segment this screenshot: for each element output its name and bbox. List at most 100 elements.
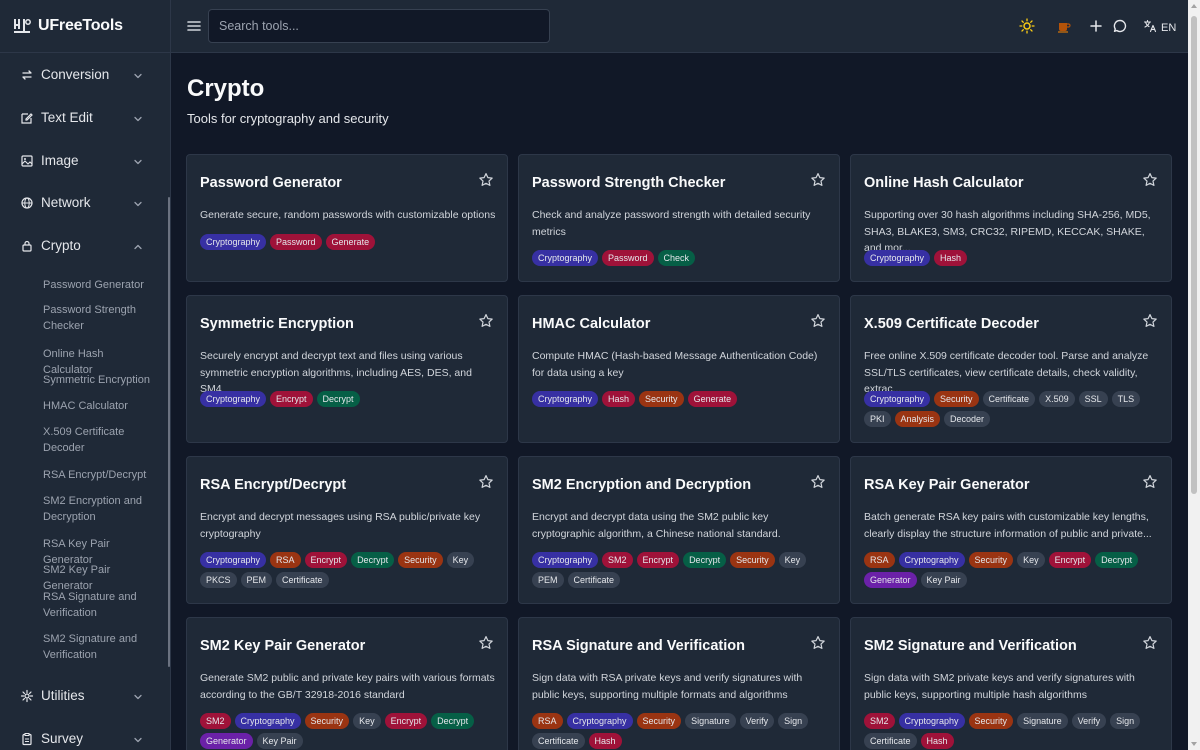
tag[interactable]: Key: [353, 713, 381, 729]
star-icon[interactable]: [810, 474, 826, 490]
tool-card[interactable]: X.509 Certificate Decoder Free online X.5…: [850, 295, 1172, 443]
tag[interactable]: Check: [657, 250, 696, 266]
plus-icon[interactable]: [1088, 18, 1104, 34]
tag[interactable]: Generator: [200, 733, 253, 749]
tag[interactable]: Key Pair: [256, 733, 303, 749]
tag[interactable]: Cryptography: [566, 713, 633, 729]
tag[interactable]: RSA: [864, 552, 895, 568]
tag[interactable]: Hash: [602, 391, 636, 407]
tool-card[interactable]: HMAC Calculator Compute HMAC (Hash-based …: [518, 295, 840, 443]
sidebar-item-conversion[interactable]: Conversion: [0, 53, 170, 96]
language-selector[interactable]: EN: [1143, 19, 1176, 36]
sidebar-subitem[interactable]: Password Generator: [43, 272, 153, 298]
tag[interactable]: Generate: [687, 391, 738, 407]
tag[interactable]: Key Pair: [920, 572, 967, 588]
tag[interactable]: Cryptography: [234, 713, 301, 729]
tool-card[interactable]: SM2 Encryption and Decryption Encrypt and…: [518, 456, 840, 604]
coffee-icon[interactable]: [1056, 18, 1072, 34]
tag[interactable]: Security: [398, 552, 443, 568]
tag[interactable]: Cryptography: [864, 391, 931, 407]
tag[interactable]: Cryptography: [532, 391, 599, 407]
chat-icon[interactable]: [1112, 18, 1128, 34]
sun-icon[interactable]: [1019, 18, 1035, 34]
tag[interactable]: PEM: [532, 572, 564, 588]
tag[interactable]: PKCS: [200, 572, 237, 588]
scrollbar-thumb[interactable]: [1191, 16, 1197, 494]
tag[interactable]: RSA: [532, 713, 563, 729]
tag[interactable]: Hash: [934, 250, 968, 266]
sidebar-item-survey[interactable]: Survey: [0, 717, 170, 750]
tag[interactable]: Security: [934, 391, 979, 407]
star-icon[interactable]: [1142, 172, 1158, 188]
tag[interactable]: Certificate: [982, 391, 1036, 407]
scroll-up-icon[interactable]: [1191, 4, 1197, 8]
tag[interactable]: Security: [968, 552, 1014, 568]
star-icon[interactable]: [478, 635, 494, 651]
tag[interactable]: X.509: [1039, 391, 1075, 407]
tag[interactable]: Analysis: [894, 411, 941, 427]
sidebar-subitem[interactable]: RSA Signature and Verification: [43, 584, 153, 626]
tool-card[interactable]: Online Hash Calculator Supporting over 30…: [850, 154, 1172, 282]
star-icon[interactable]: [478, 172, 494, 188]
tag[interactable]: Certificate: [864, 733, 917, 749]
sidebar-item-utilities[interactable]: Utilities: [0, 674, 170, 717]
tag[interactable]: Security: [639, 391, 684, 407]
tag[interactable]: Key: [778, 552, 807, 568]
sidebar-subitem[interactable]: RSA Encrypt/Decrypt: [43, 462, 153, 488]
tag[interactable]: SM2: [864, 713, 895, 729]
sidebar-subitem[interactable]: Password Strength Checker: [43, 297, 153, 339]
tag[interactable]: Encrypt: [384, 713, 428, 729]
tag[interactable]: Decoder: [944, 411, 991, 427]
scroll-down-icon[interactable]: [1191, 742, 1197, 746]
tag[interactable]: Decrypt: [683, 552, 727, 568]
logo[interactable]: UFreeTools: [0, 0, 170, 53]
tag[interactable]: Password: [270, 234, 322, 250]
tag[interactable]: Encrypt: [270, 391, 313, 407]
tag[interactable]: Encrypt: [304, 552, 348, 568]
tag[interactable]: SSL: [1078, 391, 1108, 407]
sidebar-subitem[interactable]: HMAC Calculator: [43, 393, 153, 419]
star-icon[interactable]: [1142, 635, 1158, 651]
star-icon[interactable]: [810, 313, 826, 329]
sidebar-item-image[interactable]: Image: [0, 139, 170, 182]
tool-card[interactable]: SM2 Key Pair Generator Generate SM2 publi…: [186, 617, 508, 750]
tag[interactable]: Signature: [685, 713, 736, 729]
tag[interactable]: Cryptography: [200, 234, 267, 250]
search-input[interactable]: [208, 9, 550, 43]
tag[interactable]: Generate: [325, 234, 376, 250]
sidebar-subitem[interactable]: Symmetric Encryption: [43, 367, 153, 393]
tag[interactable]: Cryptography: [898, 713, 965, 729]
sidebar-subitem[interactable]: X.509 Certificate Decoder: [43, 419, 153, 461]
tag[interactable]: Security: [968, 713, 1014, 729]
tag[interactable]: Hash: [920, 733, 954, 749]
tag[interactable]: Certificate: [532, 733, 585, 749]
tool-card[interactable]: SM2 Signature and Verification Sign data …: [850, 617, 1172, 750]
tag[interactable]: Generator: [864, 572, 917, 588]
tool-card[interactable]: RSA Signature and Verification Sign data …: [518, 617, 840, 750]
tag[interactable]: Cryptography: [864, 250, 931, 266]
tag[interactable]: Security: [304, 713, 350, 729]
tag[interactable]: Certificate: [276, 572, 329, 588]
tag[interactable]: Cryptography: [898, 552, 965, 568]
tag[interactable]: Cryptography: [200, 391, 267, 407]
tool-card[interactable]: RSA Encrypt/Decrypt Encrypt and decrypt m…: [186, 456, 508, 604]
page-scrollbar[interactable]: [1188, 0, 1200, 750]
tool-card[interactable]: Password Generator Generate secure, rando…: [186, 154, 508, 282]
tag[interactable]: Security: [730, 552, 775, 568]
tag[interactable]: Security: [636, 713, 682, 729]
tag[interactable]: Certificate: [567, 572, 621, 588]
tag[interactable]: Decrypt: [351, 552, 395, 568]
sidebar-item-crypto[interactable]: Crypto: [0, 224, 170, 267]
tag[interactable]: Sign: [1110, 713, 1141, 729]
tag[interactable]: Encrypt: [1048, 552, 1092, 568]
tag[interactable]: Key: [446, 552, 475, 568]
tag[interactable]: Hash: [588, 733, 622, 749]
tool-card[interactable]: Password Strength Checker Check and analy…: [518, 154, 840, 282]
tool-card[interactable]: RSA Key Pair Generator Batch generate RSA…: [850, 456, 1172, 604]
tag[interactable]: Decrypt: [316, 391, 360, 407]
tag[interactable]: Cryptography: [200, 552, 267, 568]
tool-card[interactable]: Symmetric Encryption Securely encrypt and…: [186, 295, 508, 443]
tag[interactable]: SM2: [200, 713, 231, 729]
menu-icon[interactable]: [185, 17, 203, 35]
star-icon[interactable]: [810, 635, 826, 651]
